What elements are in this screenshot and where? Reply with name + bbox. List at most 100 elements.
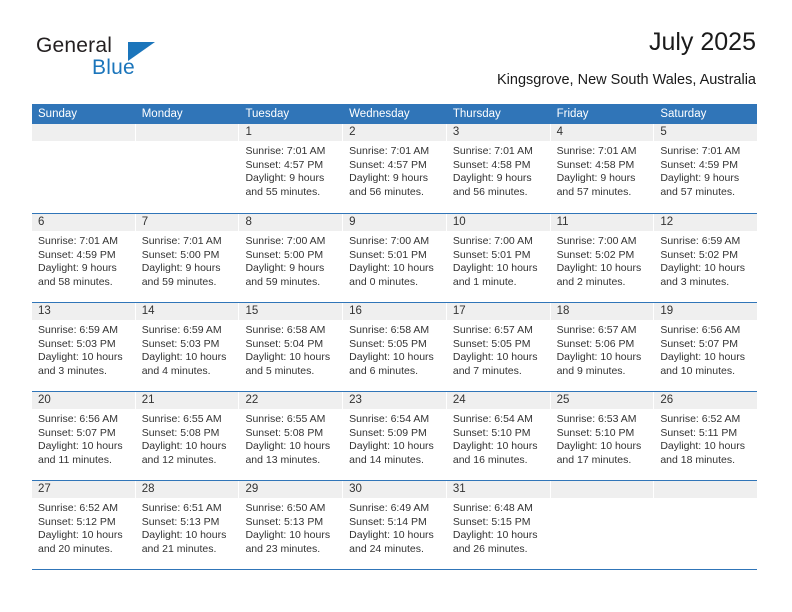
day-number [32,124,135,141]
calendar-day-cell[interactable]: 10 Sunrise: 7:00 AM Sunset: 5:01 PM Dayligh… [445,214,550,302]
daylight-text-line1: Daylight: 10 hours [452,262,538,275]
calendar-day-cell[interactable]: 19 Sunrise: 6:56 AM Sunset: 5:07 PM Dayligh… [653,303,758,391]
day-sun-info: Sunrise: 6:59 AM Sunset: 5:03 PM Daylight:… [32,320,135,378]
calendar-day-cell[interactable]: 8 Sunrise: 7:00 AM Sunset: 5:00 PM Daylight… [238,214,343,302]
day-sun-info: Sunrise: 6:56 AM Sunset: 5:07 PM Daylight:… [654,320,757,378]
calendar-day-cell[interactable]: 29 Sunrise: 6:50 AM Sunset: 5:13 PM Dayligh… [238,481,343,569]
sunset-text: Sunset: 5:05 PM [452,337,531,350]
day-sun-info: Sunrise: 6:59 AM Sunset: 5:02 PM Daylight:… [654,231,757,289]
sunset-text: Sunset: 5:11 PM [660,426,738,439]
weekday-header-thursday: Thursday [445,104,550,124]
generalblue-logo[interactable]: General Blue [32,32,232,86]
calendar-day-cell[interactable]: 16 Sunrise: 6:58 AM Sunset: 5:05 PM Dayligh… [342,303,446,391]
calendar-day-cell[interactable]: 4 Sunrise: 7:01 AM Sunset: 4:58 PM Daylight… [549,124,654,213]
day-number [135,124,239,141]
daylight-text-line1: Daylight: 10 hours [556,262,642,275]
daylight-text-line1: Daylight: 10 hours [349,262,434,275]
calendar-day-cell[interactable]: 11 Sunrise: 7:00 AM Sunset: 5:02 PM Dayligh… [549,214,654,302]
day-sun-info: Sunrise: 6:58 AM Sunset: 5:04 PM Daylight:… [239,320,342,378]
daylight-text-line2: and 13 minutes. [245,453,321,466]
day-number: 15 [239,303,343,320]
day-number: 23 [343,392,446,409]
calendar-day-cell[interactable]: 31 Sunrise: 6:48 AM Sunset: 5:15 PM Dayligh… [445,481,550,569]
calendar-day-cell[interactable]: 26 Sunrise: 6:52 AM Sunset: 5:11 PM Dayligh… [653,392,758,480]
sunrise-text: Sunrise: 7:01 AM [349,145,430,157]
sunset-text: Sunset: 4:57 PM [349,158,427,171]
day-number: 6 [32,214,135,231]
daylight-text-line2: and 4 minutes. [141,364,211,377]
sunset-text: Sunset: 5:09 PM [349,426,427,439]
daylight-text-line2: and 24 minutes. [349,542,424,555]
sunrise-text: Sunrise: 6:57 AM [452,324,533,336]
calendar-day-cell[interactable]: 17 Sunrise: 6:57 AM Sunset: 5:05 PM Dayligh… [445,303,550,391]
calendar-day-cell[interactable]: 2 Sunrise: 7:01 AM Sunset: 4:57 PM Daylight… [342,124,446,213]
daylight-text-line1: Daylight: 10 hours [141,351,227,364]
sunset-text: Sunset: 5:00 PM [245,248,324,261]
calendar-day-cell[interactable]: 1 Sunrise: 7:01 AM Sunset: 4:57 PM Daylight… [238,124,343,213]
daylight-text-line2: and 7 minutes. [452,364,522,377]
daylight-text-line1: Daylight: 9 hours [38,262,117,275]
calendar-day-cell[interactable]: 21 Sunrise: 6:55 AM Sunset: 5:08 PM Dayligh… [134,392,239,480]
daylight-text-line1: Daylight: 10 hours [556,351,642,364]
daylight-text-line1: Daylight: 9 hours [245,262,325,275]
calendar-day-cell[interactable]: 12 Sunrise: 6:59 AM Sunset: 5:02 PM Dayligh… [653,214,758,302]
daylight-text-line2: and 10 minutes. [660,364,736,377]
sunset-text: Sunset: 5:15 PM [452,515,531,528]
sunrise-text: Sunrise: 6:50 AM [245,502,326,514]
daylight-text-line2: and 0 minutes. [349,275,419,288]
daylight-text-line1: Daylight: 10 hours [245,351,331,364]
calendar-day-cell[interactable]: 28 Sunrise: 6:51 AM Sunset: 5:13 PM Dayligh… [134,481,239,569]
daylight-text-line1: Daylight: 10 hours [349,440,434,453]
calendar-day-cell[interactable]: 30 Sunrise: 6:49 AM Sunset: 5:14 PM Dayligh… [342,481,446,569]
sunrise-text: Sunrise: 6:52 AM [38,502,118,514]
sunrise-text: Sunrise: 6:54 AM [452,413,533,425]
day-number: 7 [135,214,239,231]
sunset-text: Sunset: 5:14 PM [349,515,427,528]
calendar-day-cell[interactable]: 22 Sunrise: 6:55 AM Sunset: 5:08 PM Dayligh… [238,392,343,480]
calendar-day-cell[interactable]: 13 Sunrise: 6:59 AM Sunset: 5:03 PM Dayligh… [32,303,135,391]
calendar-day-cell[interactable]: 9 Sunrise: 7:00 AM Sunset: 5:01 PM Daylight… [342,214,446,302]
calendar-day-cell[interactable]: 3 Sunrise: 7:01 AM Sunset: 4:58 PM Daylight… [445,124,550,213]
daylight-text-line1: Daylight: 10 hours [245,440,331,453]
daylight-text-line1: Daylight: 10 hours [660,440,745,453]
day-number: 21 [135,392,239,409]
calendar-day-cell[interactable]: 5 Sunrise: 7:01 AM Sunset: 4:59 PM Daylight… [653,124,758,213]
day-number: 29 [239,481,343,498]
calendar-day-cell[interactable]: 24 Sunrise: 6:54 AM Sunset: 5:10 PM Dayligh… [445,392,550,480]
daylight-text-line1: Daylight: 9 hours [349,172,428,185]
calendar-day-cell[interactable]: 14 Sunrise: 6:59 AM Sunset: 5:03 PM Dayligh… [134,303,239,391]
calendar-day-cell[interactable]: 20 Sunrise: 6:56 AM Sunset: 5:07 PM Dayligh… [32,392,135,480]
sunrise-text: Sunrise: 6:48 AM [452,502,533,514]
daylight-text-line2: and 20 minutes. [38,542,113,555]
day-number: 11 [550,214,654,231]
daylight-text-line2: and 3 minutes. [38,364,107,377]
daylight-text-line2: and 9 minutes. [556,364,626,377]
day-sun-info: Sunrise: 6:54 AM Sunset: 5:10 PM Daylight:… [447,409,550,467]
sunrise-text: Sunrise: 6:58 AM [349,324,430,336]
calendar-week-row: 13 Sunrise: 6:59 AM Sunset: 5:03 PM Dayligh… [32,302,758,391]
day-sun-info: Sunrise: 6:57 AM Sunset: 5:05 PM Daylight:… [447,320,550,378]
calendar-day-cell[interactable]: 18 Sunrise: 6:57 AM Sunset: 5:06 PM Dayligh… [549,303,654,391]
daylight-text-line2: and 56 minutes. [452,185,528,198]
sunset-text: Sunset: 5:12 PM [38,515,116,528]
calendar-day-cell[interactable]: 15 Sunrise: 6:58 AM Sunset: 5:04 PM Dayligh… [238,303,343,391]
calendar-day-cell[interactable]: 25 Sunrise: 6:53 AM Sunset: 5:10 PM Dayligh… [549,392,654,480]
sunrise-text: Sunrise: 7:00 AM [245,235,326,247]
calendar-day-cell-empty [134,124,239,213]
calendar-day-cell[interactable]: 6 Sunrise: 7:01 AM Sunset: 4:59 PM Daylight… [32,214,135,302]
day-number: 16 [343,303,446,320]
calendar-day-cell[interactable]: 27 Sunrise: 6:52 AM Sunset: 5:12 PM Dayligh… [32,481,135,569]
daylight-text-line1: Daylight: 10 hours [452,351,538,364]
daylight-text-line1: Daylight: 10 hours [452,529,538,542]
calendar-week-row: 27 Sunrise: 6:52 AM Sunset: 5:12 PM Dayligh… [32,480,758,569]
daylight-text-line1: Daylight: 10 hours [660,262,745,275]
calendar-page: General Blue July 2025 Kingsgrove, New S… [0,0,792,612]
day-sun-info: Sunrise: 6:55 AM Sunset: 5:08 PM Daylight:… [239,409,342,467]
sunset-text: Sunset: 5:06 PM [556,337,635,350]
calendar-day-cell[interactable]: 7 Sunrise: 7:01 AM Sunset: 5:00 PM Daylight… [134,214,239,302]
day-number: 1 [239,124,343,141]
sunrise-text: Sunrise: 6:52 AM [660,413,741,425]
daylight-text-line2: and 1 minute. [452,275,517,288]
calendar-day-cell[interactable]: 23 Sunrise: 6:54 AM Sunset: 5:09 PM Dayligh… [342,392,446,480]
sunrise-text: Sunrise: 6:58 AM [245,324,326,336]
